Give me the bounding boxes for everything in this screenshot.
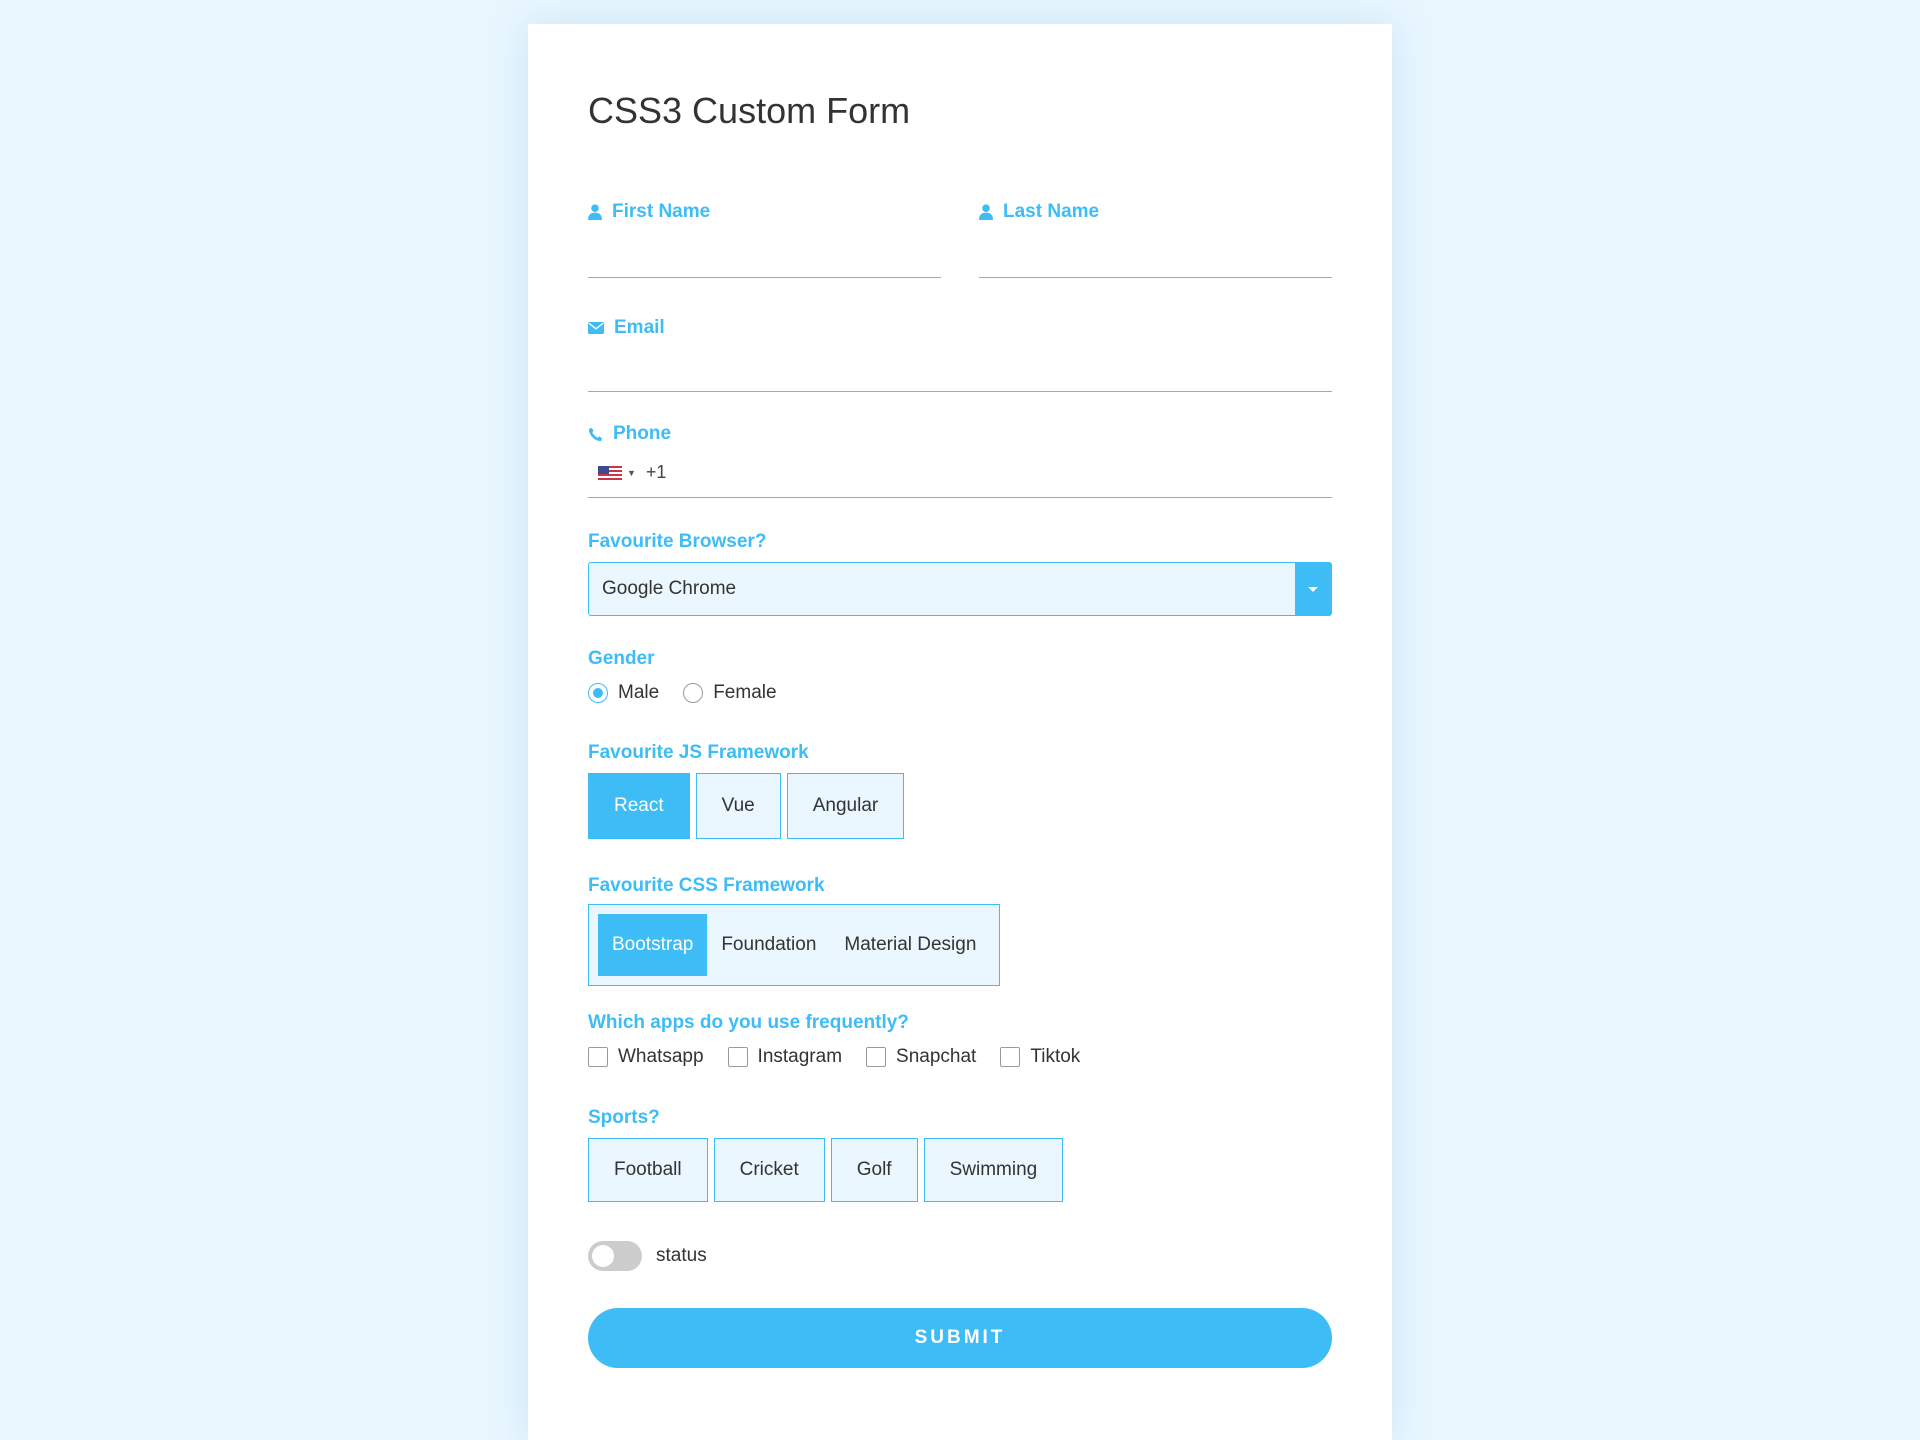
js-option-angular[interactable]: Angular <box>786 773 905 839</box>
user-icon <box>979 204 993 220</box>
app-option-snapchat[interactable]: Snapchat <box>866 1046 976 1068</box>
js-framework-label: Favourite JS Framework <box>588 742 809 763</box>
radio-button[interactable] <box>683 683 704 703</box>
email-label: Email <box>588 317 665 339</box>
apps-label: Which apps do you use frequently? <box>588 1012 909 1033</box>
submit-button[interactable]: SUBMIT <box>588 1308 1332 1368</box>
app-option-instagram[interactable]: Instagram <box>727 1046 842 1068</box>
first-name-input[interactable] <box>588 228 941 278</box>
gender-option-female[interactable]: Female <box>683 682 777 704</box>
app-option-whatsapp[interactable]: Whatsapp <box>588 1046 704 1068</box>
css-framework-label: Favourite CSS Framework <box>588 875 825 896</box>
js-option-react[interactable]: React <box>588 773 690 839</box>
sports-group: Football Cricket Golf Swimming <box>588 1138 1064 1202</box>
phone-label: Phone <box>588 423 671 445</box>
first-name-label: First Name <box>588 201 710 223</box>
gender-label: Gender <box>588 648 655 669</box>
radio-button[interactable] <box>588 683 608 703</box>
dial-code: +1 <box>645 462 667 482</box>
phone-field[interactable]: ▼ +1 <box>588 448 1332 498</box>
sport-option-swimming[interactable]: Swimming <box>923 1138 1064 1202</box>
checkbox[interactable] <box>866 1047 887 1067</box>
apps-options: Whatsapp Instagram Snapchat Tiktok <box>588 1046 1104 1068</box>
checkbox[interactable] <box>588 1047 608 1067</box>
last-name-input[interactable] <box>979 228 1332 278</box>
user-icon <box>588 204 602 220</box>
checkbox[interactable] <box>1000 1047 1021 1067</box>
page-title: CSS3 Custom Form <box>588 90 911 131</box>
chevron-down-icon <box>1308 586 1318 592</box>
gender-options: Male Female <box>588 682 801 704</box>
sport-option-golf[interactable]: Golf <box>830 1138 918 1202</box>
sports-label: Sports? <box>588 1107 660 1128</box>
envelope-icon <box>588 322 604 334</box>
chevron-down-icon[interactable]: ▼ <box>627 468 636 478</box>
app-option-tiktok[interactable]: Tiktok <box>1000 1046 1080 1068</box>
css-option-bootstrap[interactable]: Bootstrap <box>598 914 708 976</box>
browser-select-value: Google Chrome <box>602 578 737 599</box>
css-option-material-design[interactable]: Material Design <box>830 914 990 976</box>
us-flag-icon[interactable] <box>598 465 622 480</box>
gender-option-male[interactable]: Male <box>588 682 659 704</box>
phone-icon <box>588 427 603 442</box>
css-framework-group: Bootstrap Foundation Material Design <box>588 904 1001 986</box>
sport-option-cricket[interactable]: Cricket <box>713 1138 825 1202</box>
dropdown-button[interactable] <box>1295 563 1331 615</box>
status-toggle[interactable] <box>588 1241 642 1271</box>
form-card: CSS3 Custom Form First Name Last Name Em… <box>528 24 1392 1440</box>
email-input[interactable] <box>588 342 1332 392</box>
js-framework-group: React Vue Angular <box>588 773 905 839</box>
status-row: status <box>588 1241 707 1271</box>
sport-option-football[interactable]: Football <box>588 1138 708 1202</box>
status-label: status <box>656 1245 707 1266</box>
css-option-foundation[interactable]: Foundation <box>707 914 830 976</box>
last-name-label: Last Name <box>979 201 1099 223</box>
checkbox[interactable] <box>727 1047 748 1067</box>
browser-label: Favourite Browser? <box>588 531 767 552</box>
browser-select[interactable]: Google Chrome <box>588 562 1332 616</box>
js-option-vue[interactable]: Vue <box>695 773 781 839</box>
